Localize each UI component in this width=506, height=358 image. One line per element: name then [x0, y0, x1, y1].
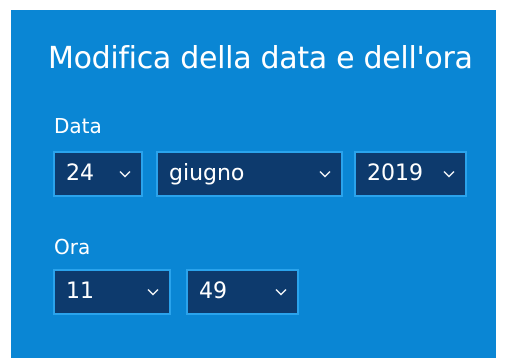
- day-value: 24: [66, 161, 94, 186]
- year-value: 2019: [367, 161, 423, 186]
- month-select[interactable]: giugno: [156, 151, 343, 197]
- dialog-title: Modifica della data e dell'ora: [48, 41, 473, 76]
- date-label: Data: [54, 114, 102, 138]
- chevron-down-icon: [319, 171, 331, 178]
- chevron-down-icon: [147, 289, 159, 296]
- month-value: giugno: [169, 161, 245, 186]
- minute-select[interactable]: 49: [186, 269, 299, 315]
- date-time-panel: Modifica della data e dell'ora Data 24 g…: [11, 10, 496, 358]
- time-label: Ora: [54, 235, 91, 259]
- minute-value: 49: [199, 279, 227, 304]
- day-select[interactable]: 24: [53, 151, 143, 197]
- year-select[interactable]: 2019: [354, 151, 467, 197]
- hour-select[interactable]: 11: [53, 269, 171, 315]
- chevron-down-icon: [275, 289, 287, 296]
- hour-value: 11: [66, 279, 94, 304]
- chevron-down-icon: [443, 171, 455, 178]
- chevron-down-icon: [119, 171, 131, 178]
